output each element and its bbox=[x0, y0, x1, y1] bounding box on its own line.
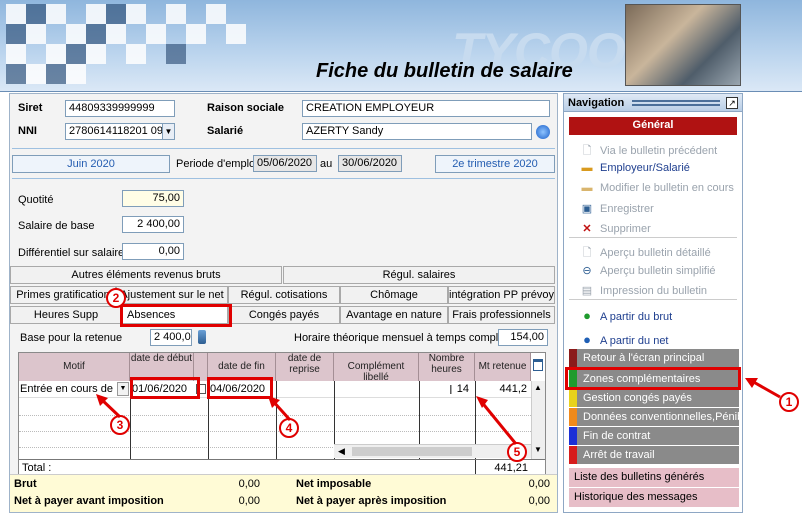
button-label: Données conventionnelles,Pénibilité bbox=[583, 411, 739, 423]
historique-messages-button[interactable]: Historique des messages bbox=[569, 488, 739, 507]
nav-item-label: Impression du bulletin bbox=[600, 285, 708, 297]
nav-item-a-partir-net[interactable]: ● A partir du net bbox=[580, 332, 669, 347]
delete-icon: ✕ bbox=[582, 223, 592, 235]
nav-item-enregistrer[interactable]: ▣ Enregistrer bbox=[580, 202, 654, 215]
button-label: Fin de contrat bbox=[583, 430, 651, 442]
navigation-title: Navigation bbox=[568, 97, 625, 109]
button-label: Arrêt de travail bbox=[583, 449, 655, 461]
nav-item-supprimer[interactable]: ✕ Supprimer bbox=[580, 222, 651, 235]
maximize-icon[interactable]: ↗ bbox=[726, 97, 738, 109]
folder-icon: ▬ bbox=[581, 182, 593, 194]
nav-item-modifier-bulletin[interactable]: ▬ Modifier le bulletin en cours bbox=[580, 182, 734, 194]
nav-item-label: Via le bulletin précédent bbox=[600, 145, 718, 157]
nav-item-label: Modifier le bulletin en cours bbox=[600, 182, 734, 194]
gestion-conges-button[interactable]: Gestion congés payés bbox=[569, 389, 739, 408]
nav-item-label: Aperçu bulletin détaillé bbox=[600, 247, 711, 259]
grip-lines bbox=[632, 100, 720, 106]
document-icon: 🗋 bbox=[582, 145, 592, 157]
button-label: Retour à l'écran principal bbox=[583, 352, 705, 364]
nav-item-label: A partir du brut bbox=[600, 311, 673, 323]
color-bar bbox=[569, 427, 577, 445]
retour-ecran-principal-button[interactable]: Retour à l'écran principal bbox=[569, 349, 739, 368]
navigation-panel: Navigation ↗ Général 🗋 Via le bulletin pr… bbox=[563, 93, 743, 513]
nav-item-label: Aperçu bulletin simplifié bbox=[600, 265, 716, 277]
arret-de-travail-button[interactable]: Arrêt de travail bbox=[569, 446, 739, 465]
divider bbox=[569, 237, 737, 238]
section-general[interactable]: Général bbox=[569, 117, 737, 135]
highlight-zones-complementaires bbox=[565, 367, 741, 390]
folder-icon: ▬ bbox=[581, 162, 593, 174]
liste-bulletins-button[interactable]: Liste des bulletins générés bbox=[569, 468, 739, 487]
nav-item-label: A partir du net bbox=[600, 335, 669, 347]
blue-circle-icon: ● bbox=[583, 332, 591, 347]
donnees-conventionnelles-button[interactable]: Données conventionnelles,Pénibilité bbox=[569, 408, 739, 427]
nav-item-bulletin-precedent[interactable]: 🗋 Via le bulletin précédent bbox=[580, 142, 718, 161]
nav-item-label: Employeur/Salarié bbox=[600, 162, 690, 174]
annotation-1: 1 bbox=[779, 392, 799, 412]
divider bbox=[569, 299, 737, 300]
green-circle-icon: ● bbox=[583, 308, 591, 323]
navigation-header: Navigation ↗ bbox=[564, 94, 742, 112]
color-bar bbox=[569, 408, 577, 426]
nav-item-a-partir-brut[interactable]: ● A partir du brut bbox=[580, 308, 672, 323]
nav-item-impression[interactable]: ▤ Impression du bulletin bbox=[580, 284, 707, 297]
save-icon: ▣ bbox=[581, 203, 593, 215]
nav-item-label: Enregistrer bbox=[600, 203, 654, 215]
printer-icon: ▤ bbox=[581, 285, 593, 297]
nav-item-apercu-simplifie[interactable]: ⊖ Aperçu bulletin simplifié bbox=[580, 264, 716, 277]
nav-item-employeur-salarie[interactable]: ▬ Employeur/Salarié bbox=[580, 162, 690, 174]
button-label: Gestion congés payés bbox=[583, 392, 692, 404]
color-bar bbox=[569, 349, 577, 367]
nav-item-apercu-detaille[interactable]: 🗋 Aperçu bulletin détaillé bbox=[580, 244, 711, 263]
preview-icon: 🗋 bbox=[582, 247, 592, 259]
color-bar bbox=[569, 446, 577, 464]
color-bar bbox=[569, 389, 577, 407]
nav-item-label: Supprimer bbox=[600, 223, 651, 235]
fin-de-contrat-button[interactable]: Fin de contrat bbox=[569, 427, 739, 446]
zoom-icon: ⊖ bbox=[582, 265, 592, 277]
